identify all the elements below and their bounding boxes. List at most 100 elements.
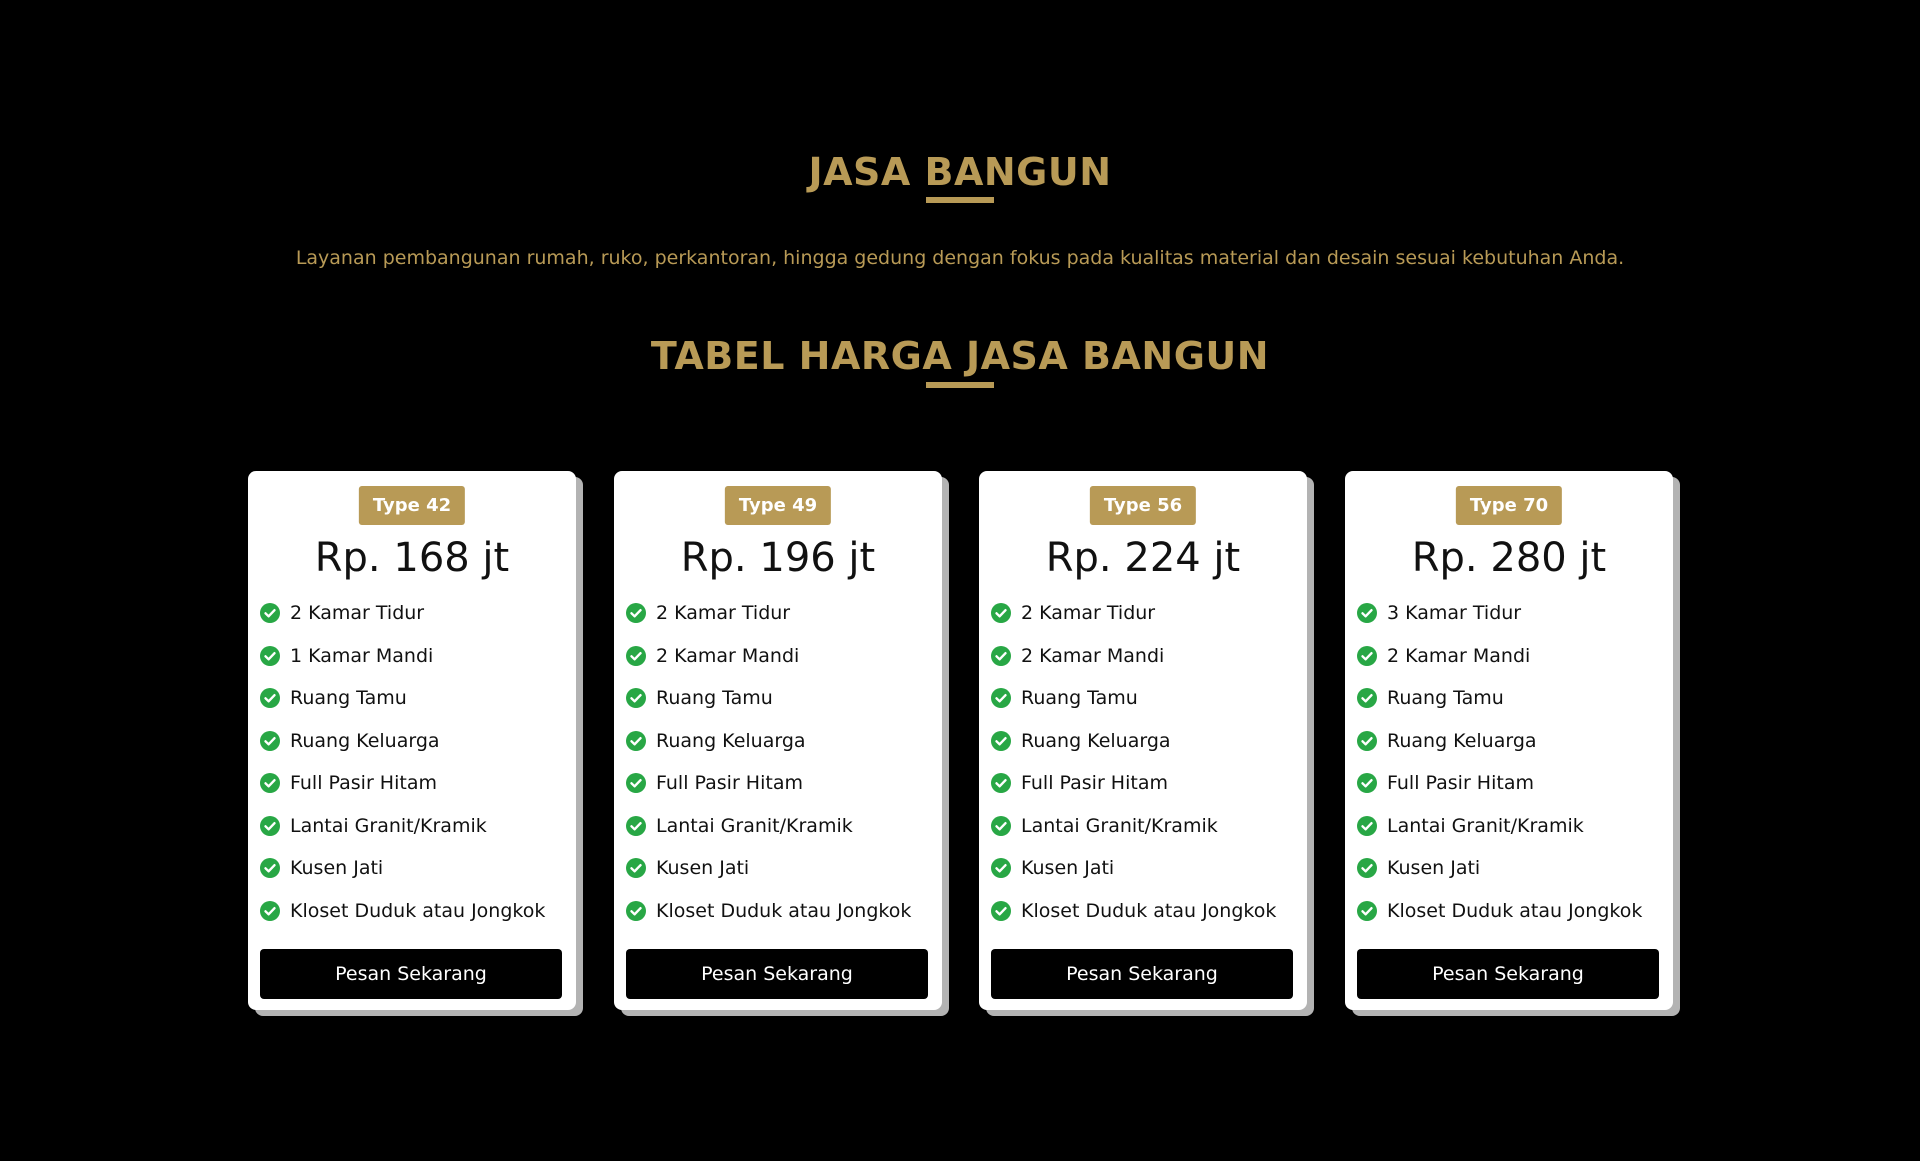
feature-item: Ruang Tamu — [626, 677, 936, 720]
feature-item: Ruang Tamu — [260, 677, 570, 720]
pricing-card-type-42: Type 42 Rp. 168 jt 2 Kamar Tidur 1 Kamar… — [248, 471, 576, 1010]
check-circle-icon — [991, 730, 1011, 751]
pricing-card-type-49: Type 49 Rp. 196 jt 2 Kamar Tidur 2 Kamar… — [614, 471, 942, 1010]
check-circle-icon — [626, 688, 646, 709]
check-circle-icon — [626, 730, 646, 751]
feature-label: Full Pasir Hitam — [656, 772, 803, 795]
feature-item: Full Pasir Hitam — [626, 762, 936, 805]
feature-label: Full Pasir Hitam — [1387, 772, 1534, 795]
feature-item: Full Pasir Hitam — [1357, 762, 1667, 805]
feature-label: Ruang Keluarga — [1021, 729, 1171, 752]
check-circle-icon — [260, 900, 280, 921]
feature-label: 1 Kamar Mandi — [290, 644, 434, 667]
feature-label: 2 Kamar Mandi — [656, 644, 800, 667]
feature-list: 3 Kamar Tidur 2 Kamar Mandi Ruang Tamu R… — [1357, 592, 1667, 932]
check-circle-icon — [1357, 603, 1377, 624]
price: Rp. 196 jt — [680, 535, 876, 581]
feature-item: Lantai Granit/Kramik — [1357, 805, 1667, 848]
feature-label: Ruang Keluarga — [656, 729, 806, 752]
feature-item: Kloset Duduk atau Jongkok — [1357, 890, 1667, 933]
feature-item: Lantai Granit/Kramik — [260, 805, 570, 848]
feature-label: Kusen Jati — [290, 857, 384, 880]
feature-label: Ruang Tamu — [1021, 687, 1138, 710]
feature-label: 3 Kamar Tidur — [1387, 602, 1522, 625]
feature-item: Ruang Keluarga — [260, 720, 570, 763]
feature-label: Ruang Tamu — [1387, 687, 1504, 710]
title-underline — [926, 197, 994, 203]
order-button[interactable]: Pesan Sekarang — [260, 949, 562, 999]
check-circle-icon — [626, 858, 646, 879]
feature-label: 2 Kamar Tidur — [656, 602, 791, 625]
check-circle-icon — [1357, 815, 1377, 836]
check-circle-icon — [626, 815, 646, 836]
feature-item: Kloset Duduk atau Jongkok — [991, 890, 1301, 933]
feature-item: 1 Kamar Mandi — [260, 635, 570, 678]
check-circle-icon — [1357, 688, 1377, 709]
feature-item: Ruang Tamu — [991, 677, 1301, 720]
check-circle-icon — [1357, 858, 1377, 879]
check-circle-icon — [1357, 645, 1377, 666]
check-circle-icon — [991, 858, 1011, 879]
feature-item: Ruang Keluarga — [626, 720, 936, 763]
feature-label: 2 Kamar Mandi — [1021, 644, 1165, 667]
feature-label: Full Pasir Hitam — [290, 772, 437, 795]
check-circle-icon — [260, 773, 280, 794]
check-circle-icon — [991, 900, 1011, 921]
price: Rp. 280 jt — [1411, 535, 1607, 581]
feature-item: 2 Kamar Tidur — [260, 592, 570, 635]
check-circle-icon — [991, 645, 1011, 666]
check-circle-icon — [260, 688, 280, 709]
check-circle-icon — [1357, 730, 1377, 751]
feature-list: 2 Kamar Tidur 2 Kamar Mandi Ruang Tamu R… — [991, 592, 1301, 932]
check-circle-icon — [260, 645, 280, 666]
pricing-title: TABEL HARGA JASA BANGUN — [650, 334, 1270, 378]
feature-item: Kusen Jati — [991, 847, 1301, 890]
feature-label: 2 Kamar Mandi — [1387, 644, 1531, 667]
feature-label: Lantai Granit/Kramik — [656, 814, 853, 837]
order-button[interactable]: Pesan Sekarang — [626, 949, 928, 999]
price: Rp. 168 jt — [314, 535, 510, 581]
check-circle-icon — [1357, 900, 1377, 921]
pricing-card-type-70: Type 70 Rp. 280 jt 3 Kamar Tidur 2 Kamar… — [1345, 471, 1673, 1010]
pricing-cards: Type 42 Rp. 168 jt 2 Kamar Tidur 1 Kamar… — [248, 471, 1684, 1016]
feature-item: Full Pasir Hitam — [991, 762, 1301, 805]
feature-label: Lantai Granit/Kramik — [1387, 814, 1584, 837]
check-circle-icon — [991, 815, 1011, 836]
check-circle-icon — [991, 603, 1011, 624]
check-circle-icon — [991, 688, 1011, 709]
check-circle-icon — [626, 645, 646, 666]
feature-item: 2 Kamar Mandi — [1357, 635, 1667, 678]
check-circle-icon — [991, 773, 1011, 794]
type-badge: Type 42 — [358, 486, 466, 525]
pricing-card-type-56: Type 56 Rp. 224 jt 2 Kamar Tidur 2 Kamar… — [979, 471, 1307, 1010]
page-title: JASA BANGUN — [808, 150, 1112, 194]
order-button[interactable]: Pesan Sekarang — [991, 949, 1293, 999]
feature-label: Kusen Jati — [656, 857, 750, 880]
check-circle-icon — [626, 603, 646, 624]
feature-item: Kusen Jati — [626, 847, 936, 890]
feature-list: 2 Kamar Tidur 2 Kamar Mandi Ruang Tamu R… — [626, 592, 936, 932]
check-circle-icon — [626, 773, 646, 794]
feature-label: Kusen Jati — [1021, 857, 1115, 880]
feature-label: 2 Kamar Tidur — [1021, 602, 1156, 625]
feature-item: Kloset Duduk atau Jongkok — [260, 890, 570, 933]
feature-label: Full Pasir Hitam — [1021, 772, 1168, 795]
check-circle-icon — [260, 603, 280, 624]
feature-label: Ruang Tamu — [656, 687, 773, 710]
order-button[interactable]: Pesan Sekarang — [1357, 949, 1659, 999]
feature-item: Lantai Granit/Kramik — [626, 805, 936, 848]
feature-label: Kloset Duduk atau Jongkok — [290, 899, 546, 922]
feature-item: Ruang Keluarga — [1357, 720, 1667, 763]
feature-label: Ruang Keluarga — [1387, 729, 1537, 752]
feature-item: 2 Kamar Mandi — [626, 635, 936, 678]
page-subtitle: Layanan pembangunan rumah, ruko, perkant… — [295, 247, 1625, 269]
type-badge: Type 56 — [1089, 486, 1197, 525]
type-badge: Type 49 — [724, 486, 832, 525]
check-circle-icon — [626, 900, 646, 921]
feature-list: 2 Kamar Tidur 1 Kamar Mandi Ruang Tamu R… — [260, 592, 570, 932]
feature-item: Full Pasir Hitam — [260, 762, 570, 805]
check-circle-icon — [1357, 773, 1377, 794]
feature-item: 3 Kamar Tidur — [1357, 592, 1667, 635]
feature-item: Kloset Duduk atau Jongkok — [626, 890, 936, 933]
feature-item: 2 Kamar Tidur — [626, 592, 936, 635]
